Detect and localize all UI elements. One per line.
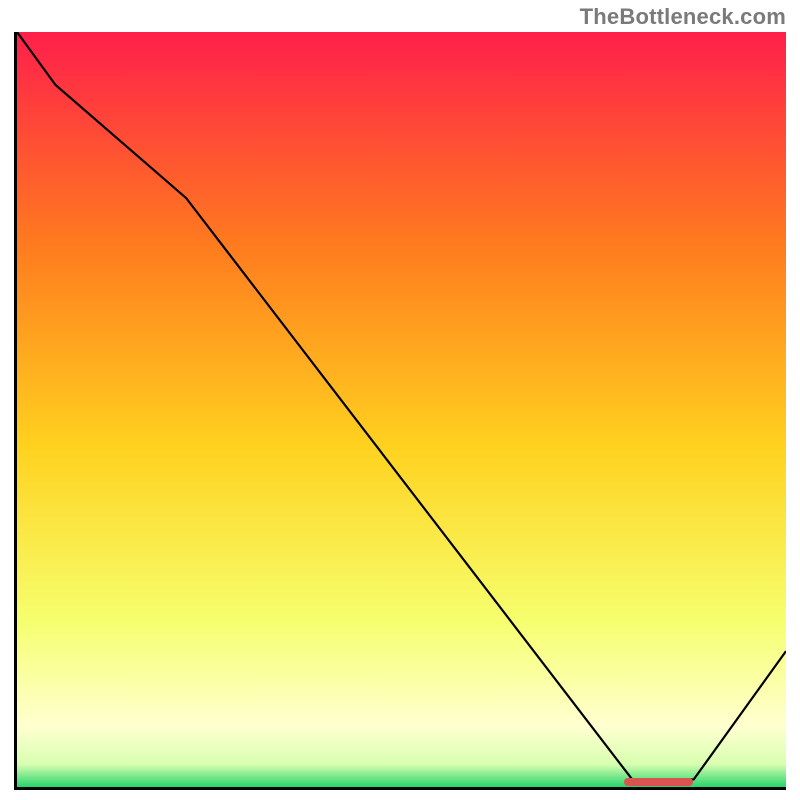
plot-area: [14, 32, 786, 790]
y-axis: [14, 32, 17, 790]
chart-stage: TheBottleneck.com: [0, 0, 800, 800]
watermark-text: TheBottleneck.com: [580, 4, 786, 30]
curve-layer: [17, 32, 786, 787]
optimum-marker: [624, 778, 693, 786]
curve-path: [17, 32, 786, 779]
x-axis: [14, 787, 786, 790]
